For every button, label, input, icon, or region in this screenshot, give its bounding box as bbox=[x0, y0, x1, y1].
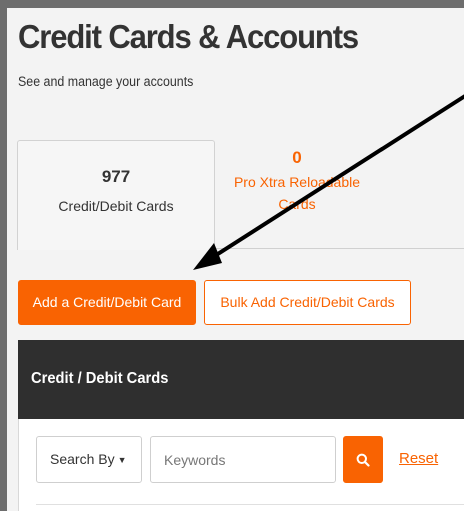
page-subtitle: See and manage your accounts bbox=[18, 74, 194, 89]
caret-down-icon: ▼ bbox=[117, 455, 127, 465]
tab-credit-debit-cards[interactable]: 977 Credit/Debit Cards bbox=[17, 140, 215, 250]
reset-link[interactable]: Reset bbox=[399, 450, 438, 467]
page-title: Credit Cards & Accounts bbox=[18, 18, 359, 55]
table-top-border bbox=[36, 504, 464, 505]
search-by-dropdown[interactable]: Search By ▼ bbox=[36, 436, 142, 483]
tab-label: Credit/Debit Cards bbox=[58, 198, 174, 214]
search-icon bbox=[356, 453, 370, 467]
cards-panel-body: Search By▼ Reset bbox=[18, 419, 464, 511]
page-frame: Credit Cards & Accounts See and manage y… bbox=[7, 8, 464, 511]
tab-label: Pro Xtra Reloadable Cards bbox=[233, 174, 361, 212]
cards-panel-header: Credit / Debit Cards bbox=[18, 340, 464, 419]
tab-pro-xtra-reloadable-cards[interactable]: 0 Pro Xtra Reloadable Cards bbox=[230, 140, 364, 250]
search-by-label: Search By bbox=[50, 451, 115, 467]
add-card-button[interactable]: Add a Credit/Debit Card bbox=[18, 280, 196, 325]
keywords-input[interactable] bbox=[150, 436, 336, 483]
search-button[interactable] bbox=[343, 436, 383, 483]
cards-panel-title: Credit / Debit Cards bbox=[31, 370, 169, 387]
tab-count: 977 bbox=[101, 167, 131, 186]
tab-count: 0 bbox=[292, 148, 302, 167]
bulk-add-cards-button[interactable]: Bulk Add Credit/Debit Cards bbox=[204, 280, 411, 325]
